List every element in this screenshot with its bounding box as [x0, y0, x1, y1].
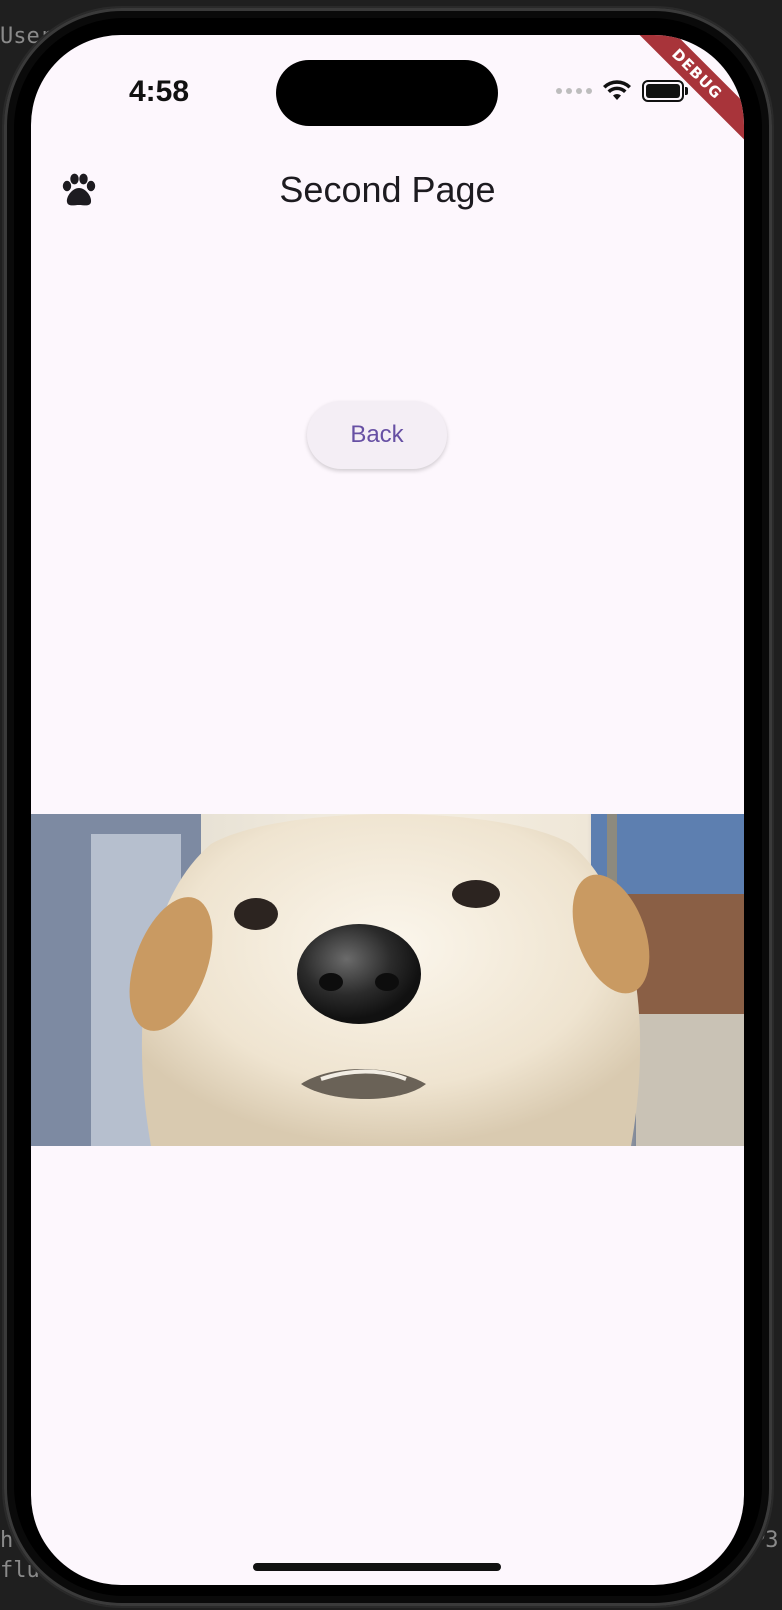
debug-banner: DEBUG	[624, 35, 744, 155]
home-indicator[interactable]	[253, 1563, 501, 1571]
app-bar: Second Page	[31, 155, 744, 227]
status-time: 4:58	[129, 75, 190, 108]
dynamic-island	[276, 60, 498, 126]
debug-label: DEBUG	[627, 35, 744, 144]
puppy-image	[31, 814, 744, 1146]
app-screen: 4:58 DEBUG Second Page Back	[31, 35, 744, 1585]
back-button[interactable]: Back	[307, 401, 447, 469]
puppy-illustration	[31, 814, 744, 1146]
page-title: Second Page	[279, 169, 496, 210]
signal-dots-icon	[556, 88, 592, 94]
